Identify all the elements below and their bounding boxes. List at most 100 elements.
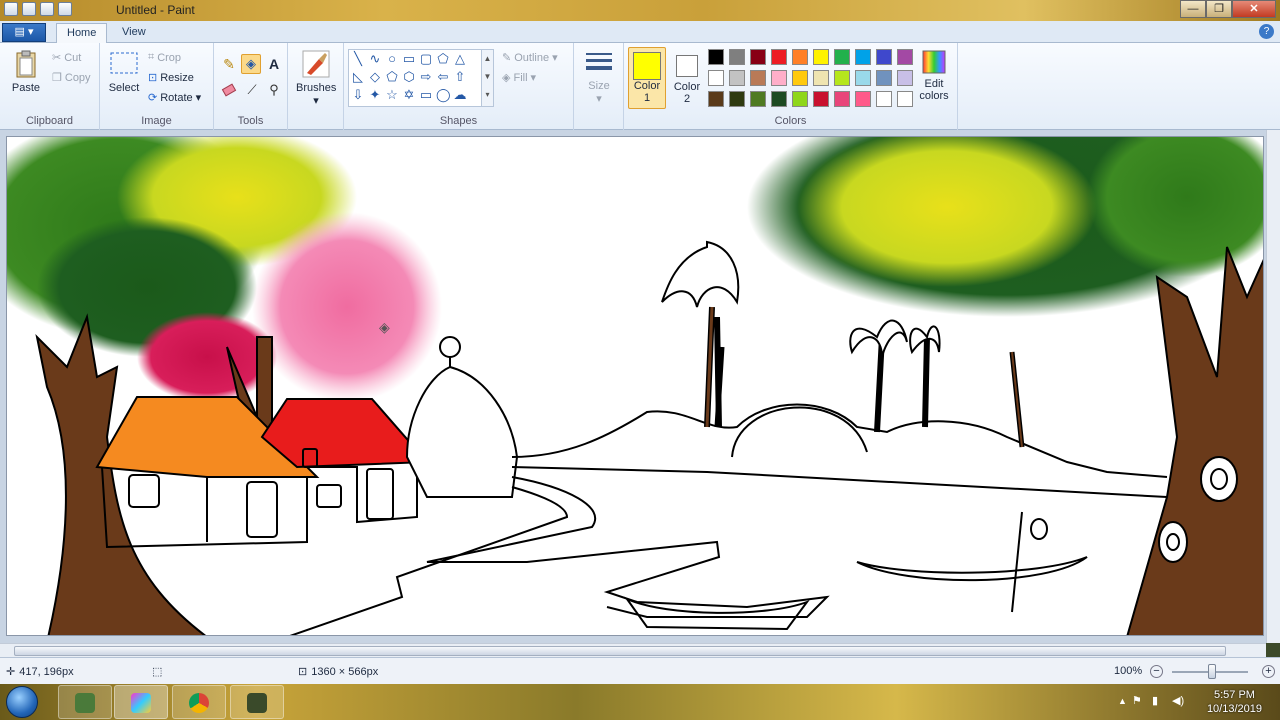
taskbar-chrome[interactable] bbox=[172, 685, 226, 719]
left-arrow-shape-icon[interactable]: ⇦ bbox=[436, 70, 450, 84]
curve-shape-icon[interactable]: ∿ bbox=[368, 52, 382, 66]
app-menu-button[interactable]: ▤ ▾ bbox=[2, 23, 46, 42]
palette-swatch[interactable] bbox=[813, 91, 829, 107]
diamond-shape-icon[interactable]: ◇ bbox=[368, 70, 382, 84]
color-picker-tool[interactable]: ⟋ bbox=[243, 81, 261, 99]
outline-button[interactable]: ✎ Outline ▾ bbox=[502, 51, 558, 65]
help-icon[interactable]: ? bbox=[1259, 24, 1274, 39]
palette-swatch[interactable] bbox=[792, 91, 808, 107]
color1-button[interactable]: Color 1 bbox=[628, 47, 666, 109]
resize-button[interactable]: ⊡ Resize bbox=[148, 71, 194, 85]
four-point-star-shape-icon[interactable]: ✦ bbox=[368, 88, 382, 102]
palette-swatch[interactable] bbox=[750, 91, 766, 107]
fill-tool[interactable]: ◈ bbox=[241, 54, 261, 74]
start-button[interactable] bbox=[6, 686, 38, 718]
cut-button[interactable]: ✂ Cut bbox=[52, 51, 81, 65]
palette-swatch[interactable] bbox=[771, 91, 787, 107]
volume-icon[interactable]: ◀) bbox=[1172, 694, 1184, 707]
palette-swatch[interactable] bbox=[771, 70, 787, 86]
palette-swatch[interactable] bbox=[750, 70, 766, 86]
network-icon[interactable]: ▮ bbox=[1152, 694, 1158, 707]
rectangle-shape-icon[interactable]: ▭ bbox=[402, 52, 416, 66]
drawing-canvas[interactable]: ◈ bbox=[6, 136, 1264, 636]
five-point-star-shape-icon[interactable]: ☆ bbox=[385, 88, 399, 102]
palette-swatch[interactable] bbox=[855, 49, 871, 65]
palette-swatch[interactable] bbox=[792, 49, 808, 65]
hexagon-shape-icon[interactable]: ⬡ bbox=[402, 70, 416, 84]
palette-swatch[interactable] bbox=[834, 91, 850, 107]
down-arrow-shape-icon[interactable]: ⇩ bbox=[351, 88, 365, 102]
save-icon[interactable] bbox=[22, 2, 36, 16]
palette-swatch[interactable] bbox=[876, 91, 892, 107]
tab-view[interactable]: View bbox=[112, 23, 156, 43]
tab-home[interactable]: Home bbox=[56, 23, 108, 43]
undo-icon[interactable] bbox=[40, 2, 54, 16]
taskbar-clock[interactable]: 5:57 PM 10/13/2019 bbox=[1207, 688, 1262, 716]
rect-callout-shape-icon[interactable]: ▭ bbox=[419, 88, 433, 102]
palette-swatch[interactable] bbox=[729, 91, 745, 107]
palette-swatch[interactable] bbox=[813, 49, 829, 65]
brushes-button[interactable]: Brushes ▾ bbox=[296, 49, 336, 107]
fill-button[interactable]: ◈ Fill ▾ bbox=[502, 71, 536, 85]
six-point-star-shape-icon[interactable]: ✡ bbox=[402, 88, 416, 102]
oval-callout-shape-icon[interactable]: ◯ bbox=[436, 88, 451, 102]
shapes-gallery-scroll[interactable]: ▲ ▼ ▾ bbox=[481, 50, 493, 106]
palette-swatch[interactable] bbox=[708, 70, 724, 86]
paste-button[interactable]: Paste bbox=[8, 49, 44, 94]
palette-swatch[interactable] bbox=[708, 49, 724, 65]
minimize-button[interactable]: — bbox=[1180, 0, 1206, 18]
zoom-out-icon[interactable]: − bbox=[1150, 665, 1163, 678]
palette-swatch[interactable] bbox=[771, 49, 787, 65]
crop-button[interactable]: ⌗ Crop bbox=[148, 51, 181, 64]
palette-swatch[interactable] bbox=[897, 91, 913, 107]
palette-swatch[interactable] bbox=[708, 91, 724, 107]
horizontal-scroll-thumb[interactable] bbox=[14, 646, 1226, 656]
right-triangle-shape-icon[interactable]: ◺ bbox=[351, 70, 365, 84]
palette-swatch[interactable] bbox=[855, 70, 871, 86]
palette-swatch[interactable] bbox=[834, 70, 850, 86]
polygon-shape-icon[interactable]: ⬠ bbox=[436, 52, 450, 66]
palette-swatch[interactable] bbox=[834, 49, 850, 65]
select-button[interactable]: Select bbox=[106, 49, 142, 94]
palette-swatch[interactable] bbox=[750, 49, 766, 65]
up-arrow-shape-icon[interactable]: ⇧ bbox=[453, 70, 467, 84]
paint-app-icon[interactable] bbox=[4, 2, 18, 16]
text-tool[interactable]: A bbox=[265, 55, 283, 73]
eraser-tool[interactable] bbox=[220, 81, 238, 99]
pentagon-shape-icon[interactable]: ⬠ bbox=[385, 70, 399, 84]
palette-swatch[interactable] bbox=[876, 49, 892, 65]
redo-icon[interactable] bbox=[58, 2, 72, 16]
triangle-shape-icon[interactable]: △ bbox=[453, 52, 467, 66]
line-shape-icon[interactable]: ╲ bbox=[351, 52, 365, 66]
right-arrow-shape-icon[interactable]: ⇨ bbox=[419, 70, 433, 84]
maximize-button[interactable]: ❐ bbox=[1206, 0, 1232, 18]
close-button[interactable]: ✕ bbox=[1232, 0, 1276, 18]
palette-swatch[interactable] bbox=[729, 70, 745, 86]
taskbar-app-4[interactable] bbox=[230, 685, 284, 719]
palette-swatch[interactable] bbox=[855, 91, 871, 107]
taskbar-paint[interactable] bbox=[114, 685, 168, 719]
palette-swatch[interactable] bbox=[876, 70, 892, 86]
flag-icon[interactable]: ⚑ bbox=[1132, 694, 1142, 707]
oval-shape-icon[interactable]: ○ bbox=[385, 52, 399, 66]
color2-button[interactable]: Color 2 bbox=[668, 47, 706, 109]
rotate-button[interactable]: ⟳ Rotate ▾ bbox=[148, 91, 201, 105]
palette-swatch[interactable] bbox=[729, 49, 745, 65]
edit-colors-button[interactable]: Edit colors bbox=[914, 49, 954, 102]
magnifier-tool[interactable]: ⚲ bbox=[265, 81, 283, 99]
size-button[interactable]: Size ▾ bbox=[582, 49, 616, 105]
cloud-callout-shape-icon[interactable]: ☁ bbox=[453, 88, 467, 102]
copy-button[interactable]: ❐ Copy bbox=[52, 71, 91, 85]
palette-swatch[interactable] bbox=[792, 70, 808, 86]
palette-swatch[interactable] bbox=[813, 70, 829, 86]
tray-expand-icon[interactable]: ▲ bbox=[1118, 696, 1127, 706]
palette-swatch[interactable] bbox=[897, 70, 913, 86]
zoom-slider-thumb[interactable] bbox=[1208, 664, 1216, 679]
zoom-in-icon[interactable]: + bbox=[1262, 665, 1275, 678]
taskbar-app-1[interactable] bbox=[58, 685, 112, 719]
palette-swatch[interactable] bbox=[897, 49, 913, 65]
horizontal-scrollbar[interactable] bbox=[0, 643, 1266, 657]
vertical-scrollbar[interactable] bbox=[1266, 130, 1280, 643]
rounded-rectangle-shape-icon[interactable]: ▢ bbox=[419, 52, 433, 66]
pencil-tool[interactable]: ✎ bbox=[220, 55, 238, 73]
